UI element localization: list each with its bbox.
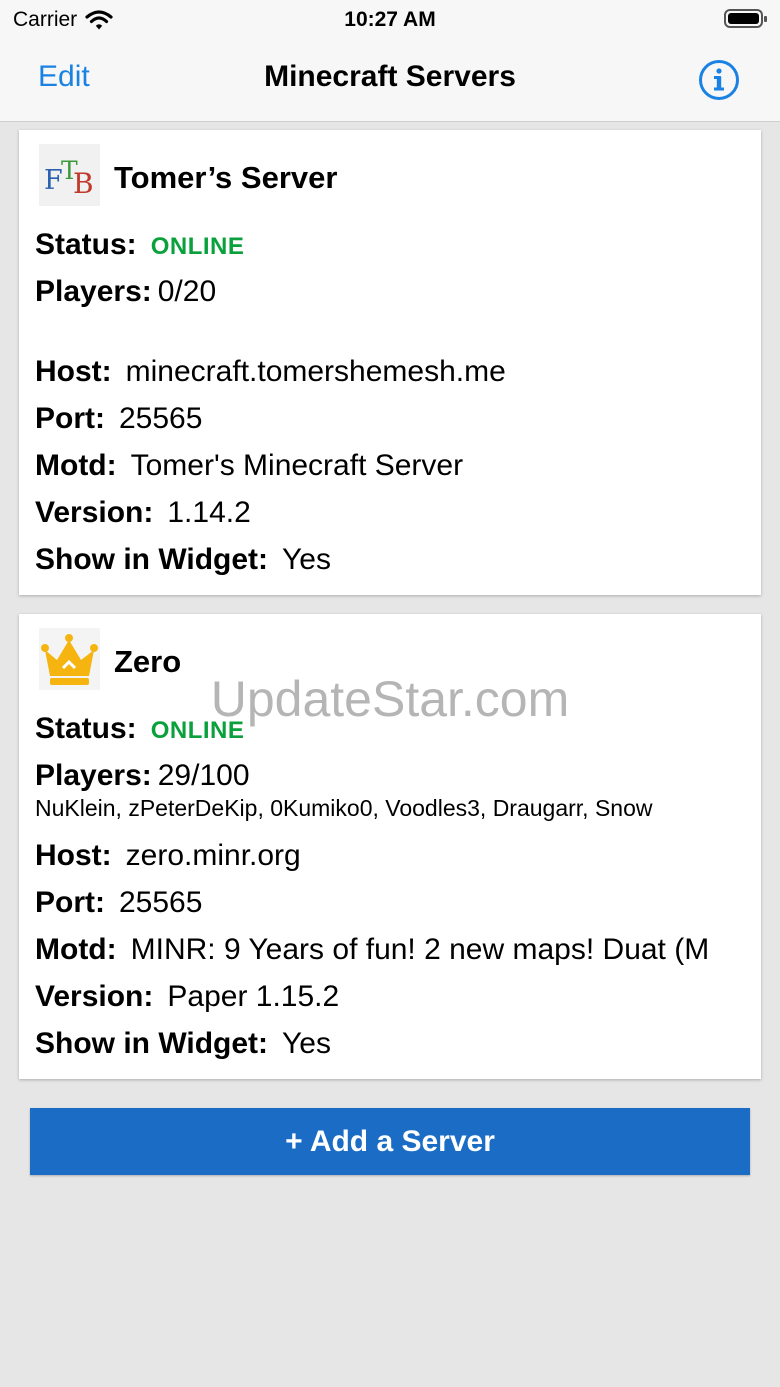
widget-value: Yes bbox=[282, 543, 331, 576]
widget-label: Show in Widget: bbox=[35, 1027, 269, 1060]
version-row: Version: Paper 1.15.2 bbox=[35, 980, 753, 1014]
status-row: Status: ONLINE bbox=[35, 228, 753, 262]
info-circle-icon[interactable] bbox=[698, 59, 740, 106]
motd-row: Motd: Tomer's Minecraft Server bbox=[35, 449, 753, 483]
version-label: Version: bbox=[35, 980, 154, 1013]
widget-row: Show in Widget: Yes bbox=[35, 1027, 753, 1061]
server-card[interactable]: F T B Tomer’s Server Status: ONLINE Playe… bbox=[19, 130, 761, 595]
host-row: Host: zero.minr.org bbox=[35, 839, 753, 873]
server-name: Zero bbox=[114, 644, 182, 679]
status-label: Status: bbox=[35, 712, 137, 745]
server-name: Tomer’s Server bbox=[114, 160, 338, 195]
version-value: 1.14.2 bbox=[167, 496, 251, 529]
page-title: Minecraft Servers bbox=[264, 60, 516, 93]
motd-label: Motd: bbox=[35, 449, 117, 482]
battery-icon bbox=[724, 8, 768, 35]
add-server-button[interactable]: + Add a Server bbox=[30, 1108, 750, 1175]
port-label: Port: bbox=[35, 886, 105, 919]
status-row: Status: ONLINE bbox=[35, 712, 753, 746]
widget-row: Show in Widget: Yes bbox=[35, 543, 753, 577]
svg-text:F: F bbox=[44, 165, 63, 196]
port-row: Port: 25565 bbox=[35, 886, 753, 920]
crown-logo-icon bbox=[39, 628, 100, 690]
version-label: Version: bbox=[35, 496, 154, 529]
player-list: NuKlein, zPeterDeKip, 0Kumiko0, Voodles3… bbox=[35, 795, 653, 821]
version-value: Paper 1.15.2 bbox=[167, 980, 340, 1013]
players-count: 0/20 bbox=[157, 275, 217, 308]
host-label: Host: bbox=[35, 839, 112, 872]
navigation-bar: Carrier 10:27 AM Edit Minecraft Servers bbox=[0, 0, 780, 122]
motd-value: Tomer's Minecraft Server bbox=[130, 449, 464, 482]
players-row: Players: 29/100 bbox=[35, 759, 753, 793]
host-value: zero.minr.org bbox=[125, 839, 301, 872]
players-label: Players: bbox=[35, 275, 152, 308]
edit-button[interactable]: Edit bbox=[38, 60, 90, 94]
server-card[interactable]: Zero Status: ONLINE Players: 29/100 NuKlei… bbox=[19, 614, 761, 1079]
motd-label: Motd: bbox=[35, 933, 117, 966]
widget-value: Yes bbox=[282, 1027, 331, 1060]
port-row: Port: 25565 bbox=[35, 402, 753, 436]
host-value: minecraft.tomershemesh.me bbox=[125, 355, 506, 388]
players-label: Players: bbox=[35, 759, 152, 792]
status-badge: ONLINE bbox=[150, 233, 245, 260]
players-count: 29/100 bbox=[157, 759, 250, 792]
port-label: Port: bbox=[35, 402, 105, 435]
ftb-logo-icon: F T B bbox=[39, 144, 100, 206]
svg-text:B: B bbox=[73, 167, 94, 200]
widget-label: Show in Widget: bbox=[35, 543, 269, 576]
status-time: 10:27 AM bbox=[344, 8, 436, 31]
status-label: Status: bbox=[35, 228, 137, 261]
motd-row: Motd: MINR: 9 Years of fun! 2 new maps! D… bbox=[35, 933, 753, 967]
status-badge: ONLINE bbox=[150, 717, 245, 744]
port-value: 25565 bbox=[119, 402, 203, 435]
port-value: 25565 bbox=[119, 886, 203, 919]
host-label: Host: bbox=[35, 355, 112, 388]
host-row: Host: minecraft.tomershemesh.me bbox=[35, 355, 753, 389]
players-row: Players: 0/20 bbox=[35, 275, 753, 309]
version-row: Version: 1.14.2 bbox=[35, 496, 753, 530]
motd-value: MINR: 9 Years of fun! 2 new maps! Duat (… bbox=[130, 933, 710, 966]
